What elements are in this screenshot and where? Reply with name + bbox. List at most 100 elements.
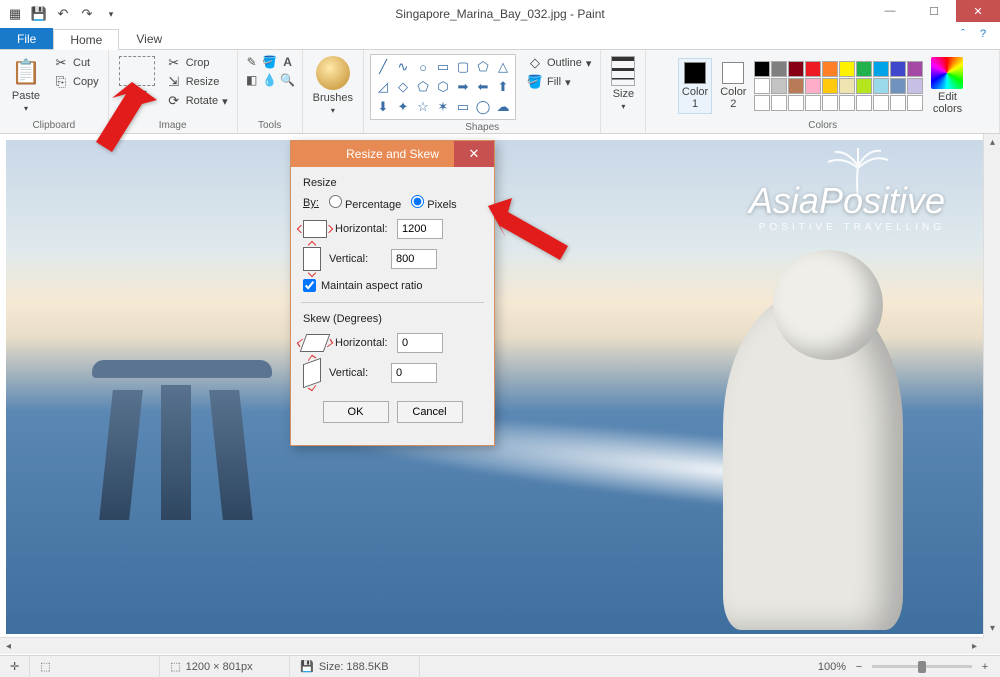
picker-icon[interactable]: 💧 — [262, 72, 278, 88]
shape-diamond-icon[interactable]: ◇ — [394, 78, 412, 96]
horizontal-input[interactable] — [397, 219, 443, 239]
rotate-button[interactable]: ⟳Rotate ▾ — [163, 92, 231, 110]
shape-star5-icon[interactable]: ☆ — [414, 98, 432, 116]
skew-vertical-input[interactable] — [391, 363, 437, 383]
scroll-down-icon[interactable]: ▾ — [984, 620, 1000, 637]
brushes-button[interactable]: Brushes ▾ — [309, 54, 357, 117]
shape-cloud-icon[interactable]: ☁ — [494, 98, 512, 116]
palette-swatch[interactable] — [890, 95, 906, 111]
palette-swatch[interactable] — [839, 78, 855, 94]
scrollbar-horizontal[interactable]: ◂ ▸ — [0, 637, 983, 654]
palette-swatch[interactable] — [890, 61, 906, 77]
shape-arrowr-icon[interactable]: ➡ — [454, 78, 472, 96]
shape-curve-icon[interactable]: ∿ — [394, 58, 412, 76]
palette-swatch[interactable] — [805, 78, 821, 94]
palette-swatch[interactable] — [788, 61, 804, 77]
palette-swatch[interactable] — [822, 78, 838, 94]
palette-swatch[interactable] — [907, 61, 923, 77]
palette-swatch[interactable] — [856, 78, 872, 94]
palette-swatch[interactable] — [805, 95, 821, 111]
percentage-radio[interactable]: Percentage — [329, 195, 401, 211]
shape-rtri-icon[interactable]: ◿ — [374, 78, 392, 96]
shape-oval-callout-icon[interactable]: ◯ — [474, 98, 492, 116]
minimize-button[interactable]: — — [868, 0, 912, 22]
palette-swatch[interactable] — [788, 95, 804, 111]
undo-icon[interactable]: ↶ — [52, 3, 74, 25]
zoom-out-button[interactable]: − — [852, 660, 866, 674]
palette-swatch[interactable] — [822, 61, 838, 77]
cut-button[interactable]: ✂Cut — [50, 54, 102, 72]
dialog-close-button[interactable]: ✕ — [454, 141, 494, 167]
resize-button[interactable]: ⇲Resize — [163, 73, 231, 91]
scroll-left-icon[interactable]: ◂ — [0, 638, 17, 654]
shape-line-icon[interactable]: ╱ — [374, 58, 392, 76]
size-button[interactable]: Size ▾ — [607, 54, 639, 113]
palette-swatch[interactable] — [822, 95, 838, 111]
shape-arrowu-icon[interactable]: ⬆ — [494, 78, 512, 96]
shape-star4-icon[interactable]: ✦ — [394, 98, 412, 116]
scroll-right-icon[interactable]: ▸ — [966, 638, 983, 654]
palette-swatch[interactable] — [873, 61, 889, 77]
palette-swatch[interactable] — [754, 95, 770, 111]
shape-roundrect-icon[interactable]: ▢ — [454, 58, 472, 76]
palette-swatch[interactable] — [856, 61, 872, 77]
fill-icon[interactable]: 🪣 — [262, 54, 278, 70]
skew-horizontal-input[interactable] — [397, 333, 443, 353]
text-icon[interactable]: A — [280, 54, 296, 70]
palette-swatch[interactable] — [771, 78, 787, 94]
shape-star6-icon[interactable]: ✶ — [434, 98, 452, 116]
palette-swatch[interactable] — [771, 95, 787, 111]
close-button[interactable]: ✕ — [956, 0, 1000, 22]
shape-arrowl-icon[interactable]: ⬅ — [474, 78, 492, 96]
redo-icon[interactable]: ↷ — [76, 3, 98, 25]
palette-swatch[interactable] — [907, 95, 923, 111]
shape-pent-icon[interactable]: ⬠ — [414, 78, 432, 96]
palette-swatch[interactable] — [890, 78, 906, 94]
app-icon[interactable]: ▦ — [4, 3, 26, 25]
save-icon[interactable]: 💾 — [28, 3, 50, 25]
scrollbar-vertical[interactable]: ▴ ▾ — [983, 134, 1000, 637]
zoom-slider[interactable] — [872, 665, 972, 668]
tools-grid[interactable]: ✎ 🪣 A ◧ 💧 🔍 — [244, 54, 296, 88]
scroll-up-icon[interactable]: ▴ — [984, 134, 1000, 151]
palette-swatch[interactable] — [856, 95, 872, 111]
qat-dropdown-icon[interactable]: ▾ — [100, 3, 122, 25]
paste-button[interactable]: 📋 Paste ▾ — [6, 54, 46, 115]
shape-oval-icon[interactable]: ○ — [414, 58, 432, 76]
shape-poly-icon[interactable]: ⬠ — [474, 58, 492, 76]
shape-arrowd-icon[interactable]: ⬇ — [374, 98, 392, 116]
palette-swatch[interactable] — [873, 78, 889, 94]
dialog-titlebar[interactable]: Resize and Skew ✕ — [291, 141, 494, 167]
palette-swatch[interactable] — [873, 95, 889, 111]
palette-swatch[interactable] — [907, 78, 923, 94]
color2-button[interactable]: Color 2 — [716, 60, 750, 112]
magnifier-icon[interactable]: 🔍 — [280, 72, 296, 88]
eraser-icon[interactable]: ◧ — [244, 72, 260, 88]
shape-rect-icon[interactable]: ▭ — [434, 58, 452, 76]
shapes-gallery[interactable]: ╱∿○▭▢⬠△ ◿◇⬠⬡➡⬅⬆ ⬇✦☆✶▭◯☁ — [370, 54, 516, 120]
maximize-button[interactable]: ☐ — [912, 0, 956, 22]
palette-swatch[interactable] — [805, 61, 821, 77]
color1-button[interactable]: Color 1 — [678, 58, 712, 114]
edit-colors-button[interactable]: Edit colors — [927, 55, 967, 117]
palette-swatch[interactable] — [754, 61, 770, 77]
tab-view[interactable]: View — [119, 28, 179, 49]
palette-swatch[interactable] — [754, 78, 770, 94]
palette-swatch[interactable] — [771, 61, 787, 77]
vertical-input[interactable] — [391, 249, 437, 269]
pencil-icon[interactable]: ✎ — [244, 54, 260, 70]
pixels-radio[interactable]: Pixels — [411, 195, 456, 211]
crop-button[interactable]: ✂Crop — [163, 54, 231, 72]
shape-hex-icon[interactable]: ⬡ — [434, 78, 452, 96]
palette-swatch[interactable] — [839, 95, 855, 111]
zoom-in-button[interactable]: + — [978, 660, 992, 674]
ribbon-collapse-icon[interactable]: ˆ — [954, 26, 972, 42]
outline-button[interactable]: ◇Outline ▾ — [524, 54, 594, 72]
tab-home[interactable]: Home — [53, 29, 119, 50]
help-icon[interactable]: ? — [974, 26, 992, 42]
color-palette[interactable] — [754, 61, 923, 111]
shape-callout-icon[interactable]: ▭ — [454, 98, 472, 116]
maintain-aspect-checkbox[interactable] — [303, 279, 316, 292]
palette-swatch[interactable] — [839, 61, 855, 77]
palette-swatch[interactable] — [788, 78, 804, 94]
